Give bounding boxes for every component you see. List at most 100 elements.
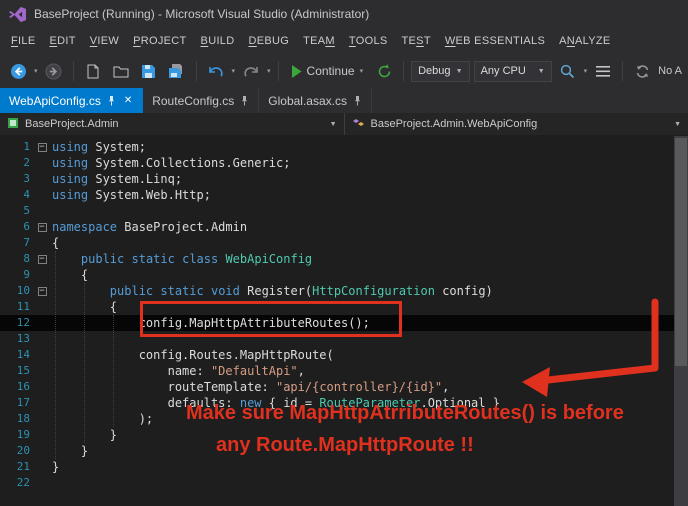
code-line-1[interactable]: 1−using System; (0, 139, 674, 155)
browser-link-label[interactable]: No A (658, 65, 682, 77)
pin-icon[interactable] (353, 96, 362, 106)
code-editor[interactable]: 1−using System;2 using System.Collections… (0, 136, 688, 506)
menu-tools[interactable]: TOOLS (342, 31, 395, 51)
chevron-down-icon: ▼ (330, 121, 337, 128)
line-number: 8 (0, 251, 32, 267)
code-line-13[interactable]: 13 (0, 331, 674, 347)
line-number: 12 (0, 315, 32, 331)
find-dropdown-caret[interactable]: ▾ (584, 68, 588, 75)
menu-view[interactable]: VIEW (83, 31, 126, 51)
solution-platform-dropdown[interactable]: Any CPU ▼ (474, 61, 552, 82)
vs-window: BaseProject (Running) - Microsoft Visual… (0, 0, 688, 505)
indent-guide (84, 283, 85, 443)
menu-test[interactable]: TEST (395, 31, 438, 51)
navigate-back-dropdown-caret[interactable]: ▾ (34, 68, 38, 75)
menu-edit[interactable]: EDIT (42, 31, 82, 51)
code-text: using System.Collections.Generic; (52, 155, 674, 171)
menu-file[interactable]: FILE (4, 31, 42, 51)
restart-button[interactable] (372, 59, 396, 83)
code-line-15[interactable]: 15 name: "DefaultApi", (0, 363, 674, 379)
line-number: 21 (0, 459, 32, 475)
code-line-12[interactable]: 12 config.MapHttpAttributeRoutes(); (0, 315, 674, 331)
toolbar: ▾ ▾ ▾ Continue ▾ (0, 54, 688, 88)
find-icon[interactable] (556, 59, 580, 83)
indent-guide (55, 251, 56, 459)
code-line-2[interactable]: 2 using System.Collections.Generic; (0, 155, 674, 171)
code-line-9[interactable]: 9 { (0, 267, 674, 283)
menu-debug[interactable]: DEBUG (241, 31, 296, 51)
fold-collapse-icon[interactable]: − (32, 283, 52, 299)
code-line-6[interactable]: 6−namespace BaseProject.Admin (0, 219, 674, 235)
vertical-scrollbar[interactable] (674, 136, 688, 506)
pin-icon[interactable] (240, 96, 249, 106)
tab-webapiconfig-cs[interactable]: WebApiConfig.cs ✕ (0, 88, 143, 113)
code-text: using System.Linq; (52, 171, 674, 187)
code-line-7[interactable]: 7{ (0, 235, 674, 251)
code-text: public static void Register(HttpConfigur… (52, 283, 674, 299)
line-number: 11 (0, 299, 32, 315)
continue-button[interactable]: Continue ▾ (286, 59, 369, 83)
code-text: defaults: new { id = RouteParameter.Opti… (52, 395, 674, 411)
code-line-3[interactable]: 3using System.Linq; (0, 171, 674, 187)
tab-global-asax-cs[interactable]: Global.asax.cs (259, 88, 372, 113)
fold-margin (32, 267, 52, 283)
scrollbar-thumb[interactable] (675, 138, 687, 366)
open-file-icon[interactable] (109, 59, 133, 83)
undo-button[interactable] (204, 59, 228, 83)
fold-collapse-icon[interactable]: − (32, 219, 52, 235)
code-line-11[interactable]: 11 { (0, 299, 674, 315)
navigate-forward-button[interactable] (42, 59, 66, 83)
fold-collapse-icon[interactable]: − (32, 251, 52, 267)
toolbar-separator (196, 61, 197, 81)
play-icon (291, 65, 302, 78)
line-number: 7 (0, 235, 32, 251)
type-dropdown[interactable]: BaseProject.Admin.WebApiConfig ▼ (345, 113, 688, 135)
code-line-10[interactable]: 10− public static void Register(HttpConf… (0, 283, 674, 299)
code-line-8[interactable]: 8− public static class WebApiConfig (0, 251, 674, 267)
toolbar-separator (73, 61, 74, 81)
menu-team[interactable]: TEAM (296, 31, 342, 51)
code-text: { (52, 299, 674, 315)
code-line-17[interactable]: 17 defaults: new { id = RouteParameter.O… (0, 395, 674, 411)
code-line-18[interactable]: 18 ); (0, 411, 674, 427)
code-line-4[interactable]: 4using System.Web.Http; (0, 187, 674, 203)
line-number: 2 (0, 155, 32, 171)
code-line-21[interactable]: 21} (0, 459, 674, 475)
fold-margin (32, 363, 52, 379)
code-line-22[interactable]: 22 (0, 475, 674, 491)
close-icon[interactable]: ✕ (122, 95, 134, 107)
solution-configuration-dropdown[interactable]: Debug ▼ (411, 61, 469, 82)
new-file-icon[interactable] (81, 59, 105, 83)
code-text: ); (52, 411, 674, 427)
fold-margin (32, 187, 52, 203)
code-line-20[interactable]: 20 } (0, 443, 674, 459)
toolbar-separator (278, 61, 279, 81)
project-dropdown[interactable]: BaseProject.Admin ▼ (0, 113, 345, 135)
fold-margin (32, 171, 52, 187)
save-button[interactable] (137, 59, 161, 83)
code-line-16[interactable]: 16 routeTemplate: "api/{controller}/{id}… (0, 379, 674, 395)
tab-label: WebApiConfig.cs (9, 94, 101, 108)
menu-lines-icon[interactable] (591, 59, 615, 83)
code-line-5[interactable]: 5 (0, 203, 674, 219)
menu-analyze[interactable]: ANALYZE (552, 31, 617, 51)
menu-build[interactable]: BUILD (194, 31, 242, 51)
redo-dropdown-caret[interactable]: ▾ (267, 68, 271, 75)
menu-project[interactable]: PROJECT (126, 31, 193, 51)
project-icon (7, 117, 19, 132)
line-number: 14 (0, 347, 32, 363)
redo-button[interactable] (239, 59, 263, 83)
line-number: 16 (0, 379, 32, 395)
menu-web-essentials[interactable]: WEB ESSENTIALS (438, 31, 552, 51)
code-line-14[interactable]: 14 config.Routes.MapHttpRoute( (0, 347, 674, 363)
browser-link-refresh-icon[interactable] (630, 59, 654, 83)
tab-routeconfig-cs[interactable]: RouteConfig.cs (143, 88, 259, 113)
save-all-button[interactable] (165, 59, 189, 83)
code-line-19[interactable]: 19 } (0, 427, 674, 443)
navigate-back-button[interactable] (6, 59, 30, 83)
undo-dropdown-caret[interactable]: ▾ (232, 68, 236, 75)
pin-icon[interactable] (107, 96, 116, 106)
fold-collapse-icon[interactable]: − (32, 139, 52, 155)
line-number: 10 (0, 283, 32, 299)
toolbar-separator (403, 61, 404, 81)
